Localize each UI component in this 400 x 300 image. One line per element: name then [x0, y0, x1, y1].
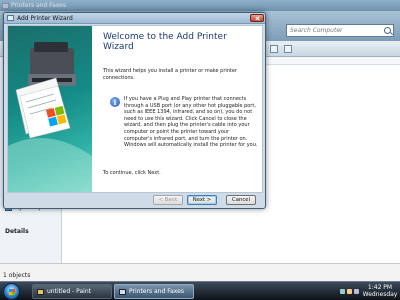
- search-placeholder: Search Computer: [290, 27, 343, 34]
- printer-folder-icon: [2, 2, 9, 9]
- start-button[interactable]: [3, 283, 20, 300]
- wizard-content: Welcome to the Add Printer Wizard This w…: [100, 26, 260, 192]
- printer-icon: [7, 15, 14, 21]
- taskbar-item-paint[interactable]: untitled - Paint: [32, 284, 112, 299]
- taskbar-item-printers[interactable]: Printers and Faxes: [114, 284, 194, 299]
- info-icon: i: [110, 97, 120, 107]
- search-input[interactable]: Search Computer: [286, 24, 394, 37]
- wizard-button-row: < Back Next > Cancel: [4, 195, 265, 207]
- cancel-button[interactable]: Cancel: [226, 195, 256, 205]
- wizard-info-text: If you have a Plug and Play printer that…: [124, 96, 258, 149]
- notification-icon[interactable]: [354, 289, 359, 294]
- tray-icons: [340, 289, 359, 294]
- explorer-title-text: Printers and Faxes: [11, 2, 66, 9]
- search-icon[interactable]: [384, 27, 391, 34]
- explorer-title: Printers and Faxes: [2, 1, 66, 10]
- back-button[interactable]: < Back: [153, 195, 183, 205]
- status-bar: 1 objects: [0, 263, 400, 281]
- explorer-titlebar: Printers and Faxes: [0, 0, 400, 11]
- printer-illustration: [8, 42, 92, 192]
- clock[interactable]: 1:42 PM Wednesday: [360, 284, 400, 298]
- add-printer-wizard-dialog: Add Printer Wizard Welcome to the Add Pr…: [3, 12, 266, 209]
- views-button[interactable]: [270, 45, 278, 53]
- wizard-side-art: [8, 26, 92, 192]
- taskbar: untitled - Paint Printers and Faxes 1:42…: [0, 281, 400, 300]
- column-header[interactable]: [265, 57, 400, 65]
- printer-icon: [119, 288, 126, 295]
- taskbar-item-label: untitled - Paint: [47, 288, 91, 295]
- clock-time: 1:42 PM: [367, 284, 393, 291]
- view-controls: [270, 45, 292, 53]
- continue-instruction: To continue, click Next.: [103, 170, 161, 176]
- paint-icon: [37, 288, 44, 295]
- dialog-title: Add Printer Wizard: [17, 15, 73, 22]
- dialog-titlebar[interactable]: Add Printer Wizard: [4, 13, 265, 24]
- status-text: 1 objects: [3, 272, 31, 279]
- next-button[interactable]: Next >: [187, 195, 217, 205]
- dialog-body: Welcome to the Add Printer Wizard This w…: [7, 25, 263, 193]
- taskbar-item-label: Printers and Faxes: [129, 288, 184, 295]
- wizard-heading: Welcome to the Add Printer Wizard: [103, 32, 227, 52]
- wizard-intro: This wizard helps you install a printer …: [103, 68, 238, 81]
- close-button[interactable]: [250, 14, 264, 22]
- system-tray: 1:42 PM Wednesday: [338, 282, 400, 300]
- details-heading: Details: [5, 228, 29, 235]
- network-icon[interactable]: [340, 289, 345, 294]
- volume-icon[interactable]: [347, 289, 352, 294]
- help-button[interactable]: [284, 45, 292, 53]
- clock-day: Wednesday: [362, 291, 398, 298]
